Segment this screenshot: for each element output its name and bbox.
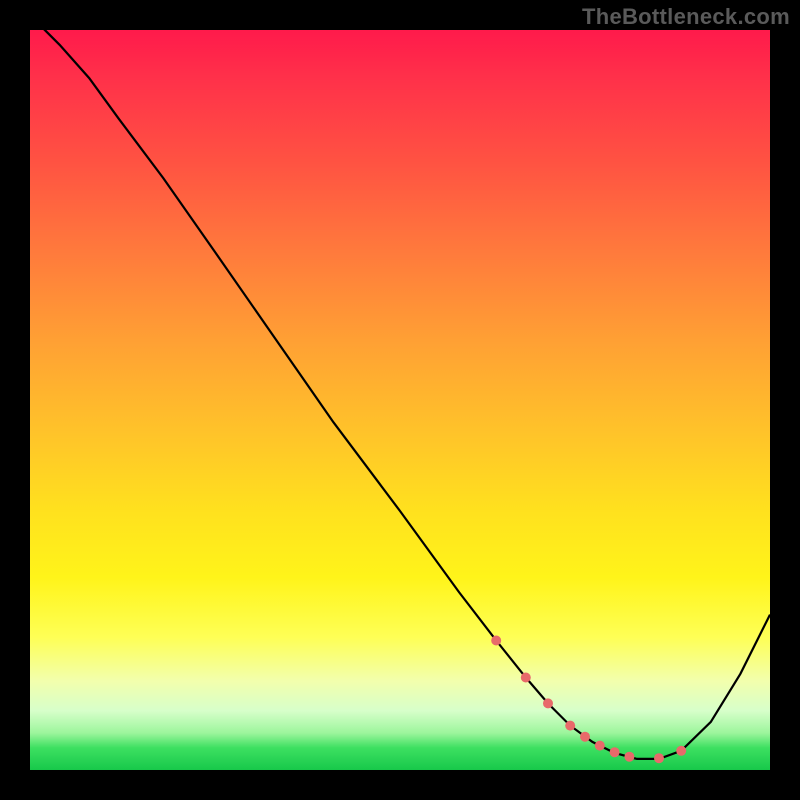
chart-frame: TheBottleneck.com (0, 0, 800, 800)
highlight-dot (595, 741, 605, 751)
chart-svg (30, 30, 770, 770)
highlight-dots-group (491, 636, 686, 764)
highlight-dot (580, 732, 590, 742)
highlight-dot (543, 698, 553, 708)
highlight-dot (610, 747, 620, 757)
highlight-dot (521, 673, 531, 683)
highlight-dot (565, 721, 575, 731)
highlight-dot (624, 752, 634, 762)
highlight-dot (491, 636, 501, 646)
watermark-text: TheBottleneck.com (582, 4, 790, 30)
highlight-dot (676, 746, 686, 756)
highlight-dot (654, 753, 664, 763)
curve-line (30, 15, 770, 759)
plot-area (30, 30, 770, 770)
